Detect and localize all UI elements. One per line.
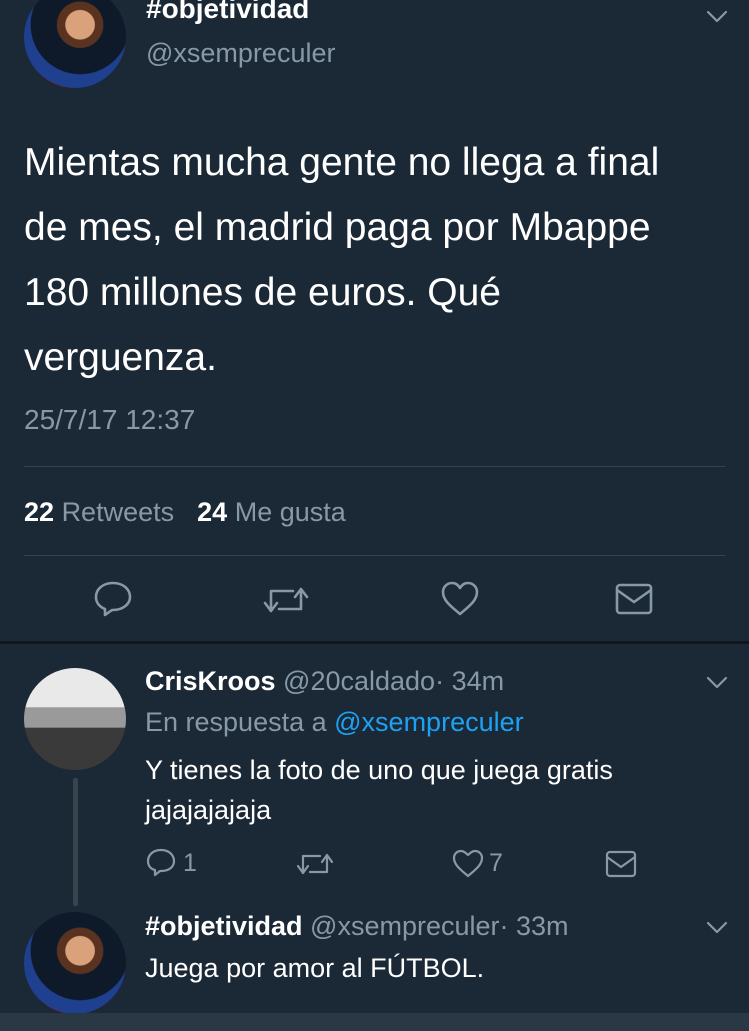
section-separator — [0, 641, 749, 644]
retweet-icon[interactable] — [263, 583, 309, 617]
bottom-bar — [0, 1013, 749, 1031]
reply-text-line: jajajajajaja — [145, 795, 272, 825]
reply-retweet-icon[interactable] — [297, 850, 333, 878]
reply-context: En respuesta a @xsempreculer — [145, 705, 524, 739]
main-tweet-text-line: 180 millones de euros. Qué — [24, 271, 501, 314]
main-tweet-display-name[interactable]: #objetividad — [146, 0, 309, 26]
reply-text-line: Juega por amor al FÚTBOL. — [145, 953, 485, 983]
reply-reply-icon[interactable] — [146, 848, 176, 878]
reply-reply-count[interactable]: 1 — [183, 848, 197, 878]
retweets-count[interactable]: 22 — [24, 497, 54, 527]
divider — [24, 555, 725, 556]
main-tweet-handle[interactable]: @xsempreculer — [146, 36, 335, 70]
main-tweet-text-line: verguenza. — [24, 336, 217, 379]
divider — [24, 466, 725, 467]
main-tweet-menu-chevron-icon[interactable] — [706, 10, 728, 24]
main-tweet-text-line: de mes, el madrid paga por Mbappe — [24, 206, 651, 249]
reply-like-count[interactable]: 7 — [489, 848, 503, 878]
reply-text-line: Y tienes la foto de uno que juega gratis — [145, 755, 613, 785]
like-icon[interactable] — [440, 581, 480, 617]
reply-display-name[interactable]: CrisKroos — [145, 666, 276, 696]
reply-to-link[interactable]: @xsempreculer — [334, 707, 523, 737]
main-tweet-avatar[interactable] — [24, 0, 126, 88]
reply-time[interactable]: · 34m — [435, 666, 504, 696]
reply-header: #objetividad @xsempreculer· 33m — [145, 909, 569, 943]
reply-like-icon[interactable] — [452, 849, 484, 878]
main-tweet-timestamp[interactable]: 25/7/17 12:37 — [24, 402, 195, 438]
reply-prefix: En respuesta a — [145, 707, 327, 737]
main-tweet-text: Mientas mucha gente no llega a final de … — [24, 130, 734, 390]
message-icon[interactable] — [614, 582, 654, 616]
likes-label[interactable]: Me gusta — [235, 497, 346, 527]
likes-count[interactable]: 24 — [197, 497, 227, 527]
reply-icon[interactable] — [93, 580, 133, 618]
reply-handle[interactable]: @xsempreculer — [310, 911, 499, 941]
reply-avatar[interactable] — [24, 668, 126, 770]
reply-text: Y tienes la foto de uno que juega gratis… — [145, 750, 613, 830]
reply-menu-chevron-icon[interactable] — [706, 921, 728, 935]
main-tweet-stats: 22 Retweets 24 Me gusta — [24, 495, 346, 529]
reply-text: Juega por amor al FÚTBOL. — [145, 949, 484, 987]
thread-line — [73, 778, 78, 906]
reply-menu-chevron-icon[interactable] — [706, 676, 728, 690]
reply-time[interactable]: · 33m — [500, 911, 569, 941]
reply-avatar[interactable] — [24, 912, 126, 1014]
reply-display-name[interactable]: #objetividad — [145, 911, 303, 941]
reply-handle[interactable]: @20caldado — [283, 666, 435, 696]
main-tweet-text-line: Mientas mucha gente no llega a final — [24, 141, 660, 184]
retweets-label[interactable]: Retweets — [62, 497, 175, 527]
reply-message-icon[interactable] — [605, 850, 637, 878]
reply-header: CrisKroos @20caldado· 34m — [145, 664, 504, 698]
